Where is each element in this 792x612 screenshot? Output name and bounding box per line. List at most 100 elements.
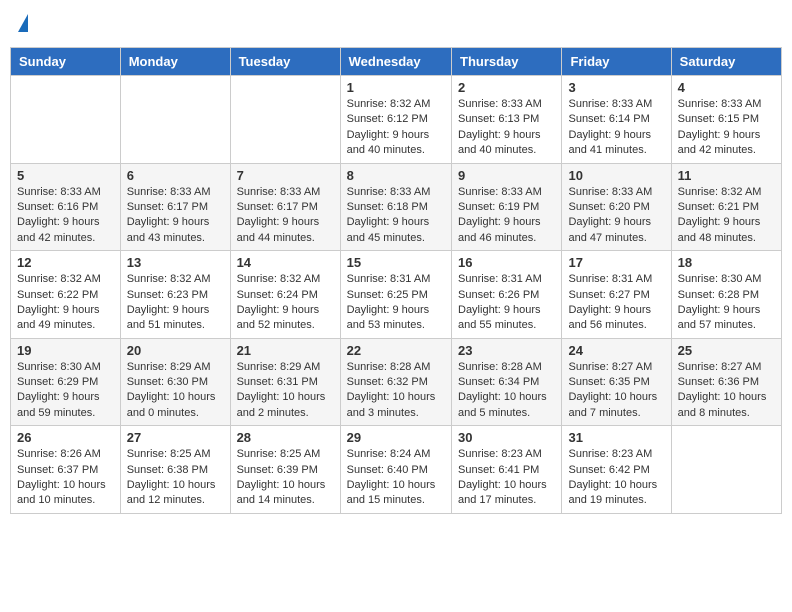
day-number: 25 [678, 343, 775, 358]
day-number: 6 [127, 168, 224, 183]
day-number: 28 [237, 430, 334, 445]
day-info: Sunrise: 8:28 AM Sunset: 6:32 PM Dayligh… [347, 360, 445, 422]
weekday-header-monday: Monday [120, 48, 230, 76]
day-info: Sunrise: 8:32 AM Sunset: 6:21 PM Dayligh… [678, 185, 775, 247]
calendar-table: SundayMondayTuesdayWednesdayThursdayFrid… [10, 47, 782, 514]
day-number: 17 [568, 255, 664, 270]
day-number: 31 [568, 430, 664, 445]
day-info: Sunrise: 8:32 AM Sunset: 6:12 PM Dayligh… [347, 97, 445, 159]
day-number: 12 [17, 255, 114, 270]
day-number: 13 [127, 255, 224, 270]
day-number: 14 [237, 255, 334, 270]
day-number: 4 [678, 80, 775, 95]
logo [16, 14, 28, 35]
day-number: 8 [347, 168, 445, 183]
calendar-week-row: 12Sunrise: 8:32 AM Sunset: 6:22 PM Dayli… [11, 251, 782, 339]
day-number: 20 [127, 343, 224, 358]
day-info: Sunrise: 8:32 AM Sunset: 6:23 PM Dayligh… [127, 272, 224, 334]
day-info: Sunrise: 8:30 AM Sunset: 6:29 PM Dayligh… [17, 360, 114, 422]
weekday-header-saturday: Saturday [671, 48, 781, 76]
calendar-cell: 20 Sunrise: 8:29 AM Sunset: 6:30 PM Dayli… [120, 338, 230, 426]
calendar-cell: 30 Sunrise: 8:23 AM Sunset: 6:41 PM Dayli… [452, 426, 562, 514]
calendar-cell: 3Sunrise: 8:33 AM Sunset: 6:14 PM Daylig… [562, 76, 671, 164]
calendar-cell: 27 Sunrise: 8:25 AM Sunset: 6:38 PM Dayli… [120, 426, 230, 514]
calendar-cell: 18 Sunrise: 8:30 AM Sunset: 6:28 PM Dayli… [671, 251, 781, 339]
weekday-header-thursday: Thursday [452, 48, 562, 76]
calendar-cell: 17Sunrise: 8:31 AM Sunset: 6:27 PM Dayli… [562, 251, 671, 339]
day-number: 29 [347, 430, 445, 445]
calendar-cell: 26Sunrise: 8:26 AM Sunset: 6:37 PM Dayli… [11, 426, 121, 514]
calendar-cell: 29 Sunrise: 8:24 AM Sunset: 6:40 PM Dayli… [340, 426, 451, 514]
day-number: 21 [237, 343, 334, 358]
calendar-cell: 5Sunrise: 8:33 AM Sunset: 6:16 PM Daylig… [11, 163, 121, 251]
calendar-cell: 4 Sunrise: 8:33 AM Sunset: 6:15 PM Daylig… [671, 76, 781, 164]
calendar-cell: 6 Sunrise: 8:33 AM Sunset: 6:17 PM Daylig… [120, 163, 230, 251]
calendar-cell [120, 76, 230, 164]
day-number: 23 [458, 343, 555, 358]
day-info: Sunrise: 8:27 AM Sunset: 6:36 PM Dayligh… [678, 360, 775, 422]
day-info: Sunrise: 8:23 AM Sunset: 6:42 PM Dayligh… [568, 447, 664, 509]
day-info: Sunrise: 8:29 AM Sunset: 6:31 PM Dayligh… [237, 360, 334, 422]
day-number: 22 [347, 343, 445, 358]
calendar-cell: 1 Sunrise: 8:32 AM Sunset: 6:12 PM Daylig… [340, 76, 451, 164]
calendar-cell: 13 Sunrise: 8:32 AM Sunset: 6:23 PM Dayli… [120, 251, 230, 339]
day-info: Sunrise: 8:33 AM Sunset: 6:13 PM Dayligh… [458, 97, 555, 159]
calendar-cell: 16 Sunrise: 8:31 AM Sunset: 6:26 PM Dayli… [452, 251, 562, 339]
calendar-cell: 10 Sunrise: 8:33 AM Sunset: 6:20 PM Dayli… [562, 163, 671, 251]
day-number: 9 [458, 168, 555, 183]
calendar-cell: 25 Sunrise: 8:27 AM Sunset: 6:36 PM Dayli… [671, 338, 781, 426]
logo-triangle-icon [18, 14, 28, 32]
day-number: 27 [127, 430, 224, 445]
day-number: 11 [678, 168, 775, 183]
calendar-cell: 21 Sunrise: 8:29 AM Sunset: 6:31 PM Dayli… [230, 338, 340, 426]
day-info: Sunrise: 8:27 AM Sunset: 6:35 PM Dayligh… [568, 360, 664, 422]
day-info: Sunrise: 8:25 AM Sunset: 6:39 PM Dayligh… [237, 447, 334, 509]
day-info: Sunrise: 8:33 AM Sunset: 6:18 PM Dayligh… [347, 185, 445, 247]
calendar-week-row: 1 Sunrise: 8:32 AM Sunset: 6:12 PM Daylig… [11, 76, 782, 164]
calendar-cell: 7 Sunrise: 8:33 AM Sunset: 6:17 PM Daylig… [230, 163, 340, 251]
calendar-cell: 24 Sunrise: 8:27 AM Sunset: 6:35 PM Dayli… [562, 338, 671, 426]
day-number: 1 [347, 80, 445, 95]
day-number: 16 [458, 255, 555, 270]
calendar-cell [230, 76, 340, 164]
calendar-cell: 31 Sunrise: 8:23 AM Sunset: 6:42 PM Dayli… [562, 426, 671, 514]
calendar-cell: 11 Sunrise: 8:32 AM Sunset: 6:21 PM Dayli… [671, 163, 781, 251]
day-info: Sunrise: 8:24 AM Sunset: 6:40 PM Dayligh… [347, 447, 445, 509]
day-info: Sunrise: 8:33 AM Sunset: 6:20 PM Dayligh… [568, 185, 664, 247]
calendar-cell [671, 426, 781, 514]
calendar-week-row: 19 Sunrise: 8:30 AM Sunset: 6:29 PM Dayli… [11, 338, 782, 426]
calendar-cell: 15Sunrise: 8:31 AM Sunset: 6:25 PM Dayli… [340, 251, 451, 339]
day-number: 3 [568, 80, 664, 95]
day-number: 15 [347, 255, 445, 270]
day-number: 19 [17, 343, 114, 358]
day-number: 2 [458, 80, 555, 95]
day-info: Sunrise: 8:33 AM Sunset: 6:17 PM Dayligh… [237, 185, 334, 247]
day-number: 30 [458, 430, 555, 445]
day-info: Sunrise: 8:23 AM Sunset: 6:41 PM Dayligh… [458, 447, 555, 509]
calendar-cell [11, 76, 121, 164]
day-info: Sunrise: 8:33 AM Sunset: 6:19 PM Dayligh… [458, 185, 555, 247]
calendar-week-row: 26Sunrise: 8:26 AM Sunset: 6:37 PM Dayli… [11, 426, 782, 514]
page-header [10, 10, 782, 39]
day-info: Sunrise: 8:25 AM Sunset: 6:38 PM Dayligh… [127, 447, 224, 509]
calendar-cell: 12Sunrise: 8:32 AM Sunset: 6:22 PM Dayli… [11, 251, 121, 339]
weekday-header-sunday: Sunday [11, 48, 121, 76]
day-number: 18 [678, 255, 775, 270]
day-info: Sunrise: 8:29 AM Sunset: 6:30 PM Dayligh… [127, 360, 224, 422]
day-info: Sunrise: 8:30 AM Sunset: 6:28 PM Dayligh… [678, 272, 775, 334]
day-number: 7 [237, 168, 334, 183]
day-number: 24 [568, 343, 664, 358]
day-number: 10 [568, 168, 664, 183]
day-info: Sunrise: 8:26 AM Sunset: 6:37 PM Dayligh… [17, 447, 114, 509]
day-info: Sunrise: 8:33 AM Sunset: 6:17 PM Dayligh… [127, 185, 224, 247]
day-info: Sunrise: 8:33 AM Sunset: 6:15 PM Dayligh… [678, 97, 775, 159]
weekday-header-tuesday: Tuesday [230, 48, 340, 76]
calendar-cell: 28 Sunrise: 8:25 AM Sunset: 6:39 PM Dayli… [230, 426, 340, 514]
day-info: Sunrise: 8:31 AM Sunset: 6:26 PM Dayligh… [458, 272, 555, 334]
calendar-cell: 9 Sunrise: 8:33 AM Sunset: 6:19 PM Daylig… [452, 163, 562, 251]
calendar-cell: 8 Sunrise: 8:33 AM Sunset: 6:18 PM Daylig… [340, 163, 451, 251]
calendar-cell: 14 Sunrise: 8:32 AM Sunset: 6:24 PM Dayli… [230, 251, 340, 339]
day-info: Sunrise: 8:32 AM Sunset: 6:24 PM Dayligh… [237, 272, 334, 334]
day-info: Sunrise: 8:33 AM Sunset: 6:16 PM Dayligh… [17, 185, 114, 247]
calendar-cell: 23Sunrise: 8:28 AM Sunset: 6:34 PM Dayli… [452, 338, 562, 426]
